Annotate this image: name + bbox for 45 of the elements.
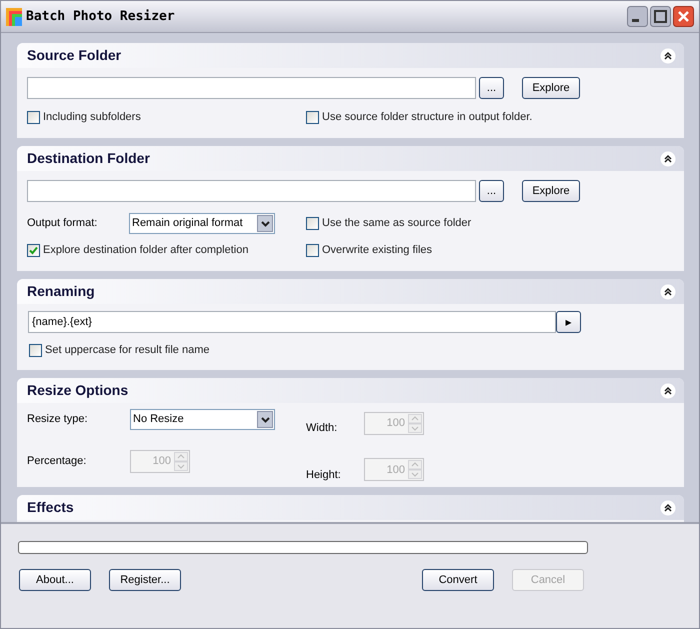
collapse-icon[interactable] bbox=[660, 382, 676, 398]
path-field[interactable] bbox=[27, 180, 476, 202]
path-field[interactable] bbox=[27, 77, 476, 99]
minimize-icon[interactable] bbox=[627, 6, 648, 27]
checkbox[interactable] bbox=[27, 110, 40, 124]
dropdown[interactable]: No Resize bbox=[130, 409, 275, 430]
field-label: Percentage: bbox=[27, 454, 88, 470]
pattern-field[interactable]: {name}.{ext} bbox=[28, 311, 556, 333]
panel-title: Destination Folder bbox=[27, 149, 150, 168]
field-label: Resize type: bbox=[27, 412, 89, 428]
button[interactable]: Explore bbox=[522, 180, 580, 202]
window-title: Batch Photo Resizer bbox=[26, 8, 175, 26]
button[interactable]: Register... bbox=[109, 569, 181, 591]
app-icon bbox=[6, 8, 22, 26]
checkbox-label: Including subfolders bbox=[43, 110, 141, 125]
field-label: Height: bbox=[306, 468, 342, 482]
collapse-icon[interactable] bbox=[660, 48, 676, 64]
collapse-icon[interactable] bbox=[660, 150, 676, 166]
panel-title: Source Folder bbox=[27, 46, 122, 65]
checkbox[interactable] bbox=[306, 217, 319, 230]
field-label: Output format: bbox=[27, 216, 98, 232]
checkbox-label: Set uppercase for result file name bbox=[45, 343, 210, 358]
panel-title: Renaming bbox=[27, 282, 95, 301]
checkbox[interactable] bbox=[27, 244, 40, 257]
button[interactable]: ▸ bbox=[556, 311, 581, 333]
panel-title: Effects bbox=[27, 498, 74, 517]
maximize-icon[interactable] bbox=[650, 6, 671, 27]
checkbox[interactable] bbox=[306, 110, 319, 124]
field-label: Width: bbox=[306, 421, 338, 436]
panel-title: Resize Options bbox=[27, 381, 128, 400]
checkbox-label: Explore destination folder after completion bbox=[43, 243, 248, 258]
checkbox-label: Use source folder structure in output folder. bbox=[322, 110, 532, 125]
button[interactable]: ... bbox=[479, 180, 504, 202]
button[interactable]: Convert bbox=[422, 569, 494, 591]
checkbox[interactable] bbox=[306, 244, 319, 257]
button[interactable]: Explore bbox=[522, 77, 580, 99]
dropdown[interactable]: Remain original format bbox=[129, 213, 275, 234]
checkbox-label: Overwrite existing files bbox=[322, 243, 432, 258]
checkbox-label: Use the same as source folder bbox=[322, 216, 472, 232]
close-icon[interactable] bbox=[673, 6, 694, 27]
collapse-icon[interactable] bbox=[660, 500, 676, 516]
collapse-icon[interactable] bbox=[660, 284, 676, 300]
button[interactable]: About... bbox=[19, 569, 91, 591]
checkbox[interactable] bbox=[29, 344, 42, 357]
button[interactable]: ... bbox=[479, 77, 504, 99]
